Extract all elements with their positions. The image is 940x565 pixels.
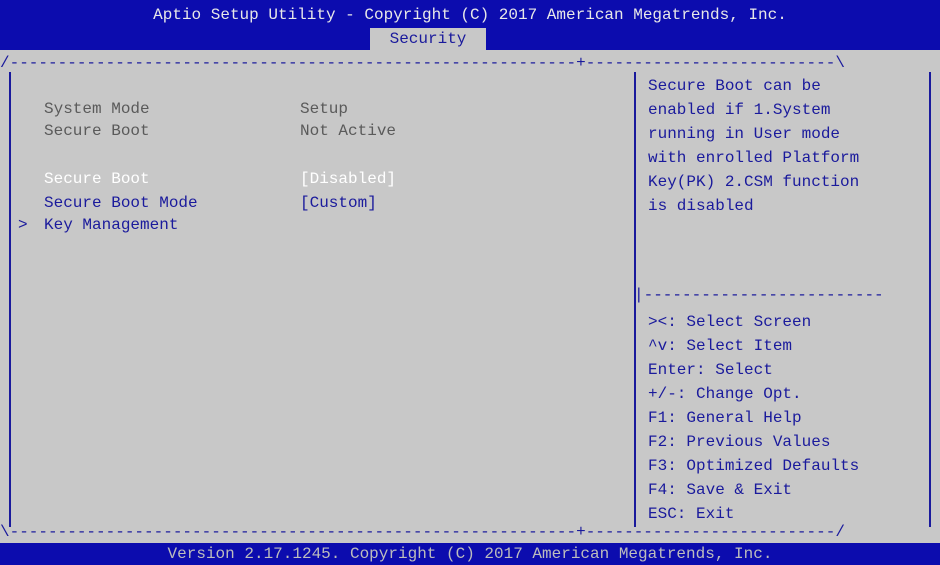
key-help-item: ><: Select Screen (648, 313, 812, 331)
tab-security[interactable]: Security (370, 28, 486, 50)
header-bar: Aptio Setup Utility - Copyright (C) 2017… (0, 0, 940, 50)
setting-label-secure-boot-mode[interactable]: Secure Boot Mode (44, 192, 198, 214)
setting-value-system-mode: Setup (300, 100, 349, 118)
help-line: Key(PK) 2.CSM function (648, 173, 860, 191)
version-footer: Version 2.17.1245. Copyright (C) 2017 Am… (0, 543, 940, 565)
setting-value-secure-boot-mode[interactable]: [Custom] (300, 192, 377, 214)
key-help-item: ^v: Select Item (648, 337, 793, 355)
app-title: Aptio Setup Utility - Copyright (C) 2017… (153, 6, 787, 24)
key-help-item: F1: General Help (648, 409, 802, 427)
frame-top-border: /---------------------------------------… (0, 54, 845, 72)
setting-label-system-mode: System Mode (44, 100, 150, 118)
help-line: Secure Boot can be (648, 77, 821, 95)
key-help-item: F2: Previous Values (648, 433, 831, 451)
help-line: running in User mode (648, 125, 841, 143)
frame-bottom-border: \---------------------------------------… (0, 523, 845, 541)
key-help-item: F4: Save & Exit (648, 481, 793, 499)
help-line: is disabled (648, 197, 754, 215)
submenu-key-management[interactable]: Key Management (44, 214, 178, 236)
key-help-item: F3: Optimized Defaults (648, 457, 860, 475)
help-separator: |------------------------- (634, 286, 884, 304)
setting-label-secure-boot[interactable]: Secure Boot (44, 168, 150, 190)
key-help-item: +/-: Change Opt. (648, 385, 802, 403)
setting-value-secure-boot[interactable]: [Disabled] (300, 168, 396, 190)
setting-value-secure-boot-status: Not Active (300, 122, 397, 140)
submenu-arrow-icon: > (18, 216, 28, 234)
help-line: with enrolled Platform (648, 149, 860, 167)
setting-label-secure-boot-status: Secure Boot (44, 122, 150, 140)
help-line: enabled if 1.System (648, 101, 831, 119)
key-help-item: Enter: Select (648, 361, 773, 379)
